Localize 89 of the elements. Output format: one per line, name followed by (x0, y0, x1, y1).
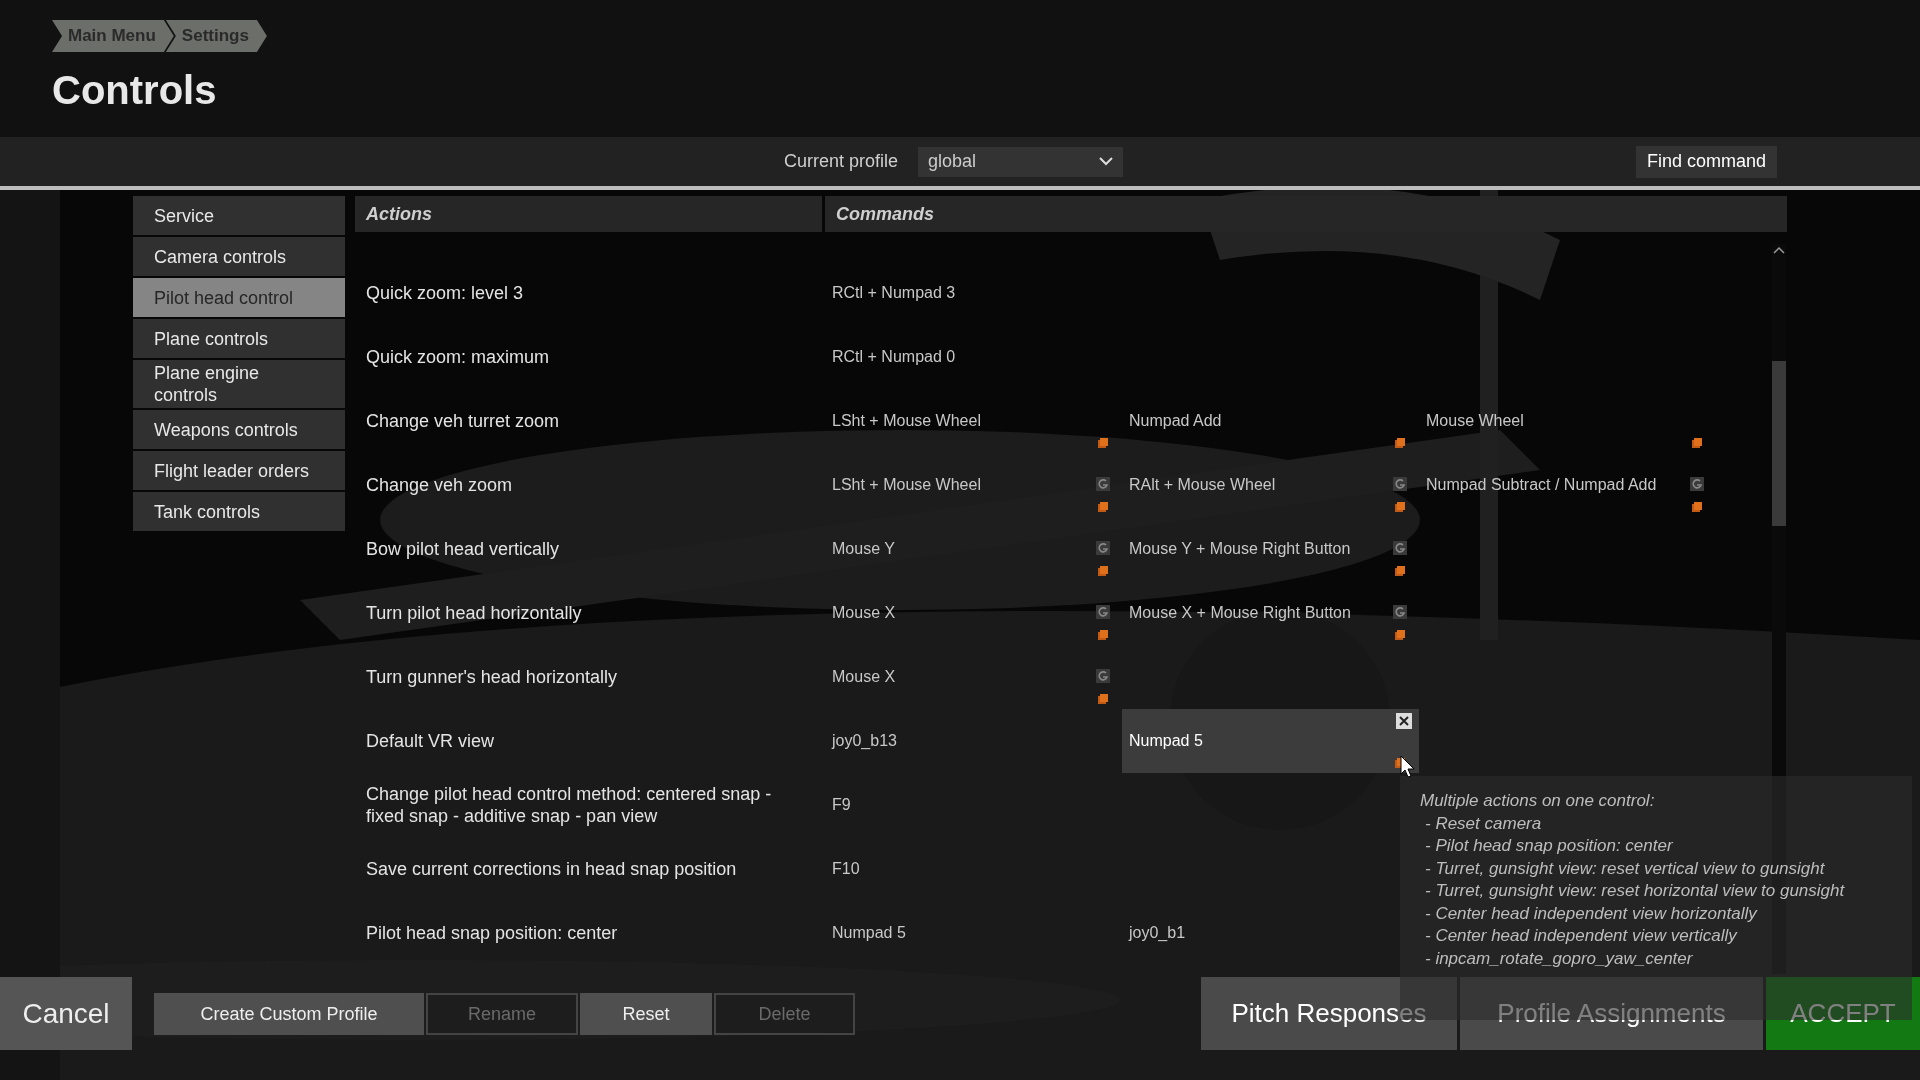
scroll-up-icon[interactable] (1773, 246, 1785, 254)
command-cell[interactable]: joy0_b13 (825, 709, 1122, 773)
command-cell[interactable]: LSht + Mouse Wheel (825, 389, 1122, 453)
command-cell[interactable]: joy0_b1 (1122, 901, 1419, 965)
command-cell[interactable]: F10 (825, 837, 1122, 901)
action-label: Change veh zoom (365, 474, 514, 496)
command-text: Mouse X (831, 667, 897, 687)
profile-select[interactable]: global (918, 146, 1124, 177)
action-label: Quick zoom: maximum (365, 346, 551, 368)
command-cell[interactable]: Mouse X (825, 581, 1122, 645)
reset-icon[interactable] (1096, 477, 1110, 491)
action-label: Change pilot head control method: centered snap - fixed snap - additive snap - pan view (365, 783, 773, 827)
tooltip-line: - Turret, gunsight view: reset vertical view to gunsight (1424, 857, 1826, 880)
reset-icon[interactable] (1690, 477, 1704, 491)
command-cell[interactable]: Mouse Wheel (1419, 389, 1716, 453)
command-text: Mouse Y (831, 539, 896, 559)
command-text: Numpad 5 (1128, 731, 1204, 751)
command-cell[interactable]: Mouse Y + Mouse Right Button (1122, 517, 1419, 581)
command-text: Mouse X + Mouse Right Button (1128, 603, 1352, 623)
profile-button[interactable]: Create Custom Profile (154, 993, 424, 1035)
command-text: LSht + Mouse Wheel (831, 475, 982, 495)
category-item[interactable]: Plane controls (133, 319, 345, 358)
tooltip-line: - Center head independent view horizontally (1424, 902, 1759, 925)
command-cell[interactable]: Numpad 5 (825, 901, 1122, 965)
category-item[interactable]: Pilot head control (133, 278, 345, 317)
cancel-button[interactable]: Cancel (0, 977, 132, 1050)
scroll-thumb[interactable] (1772, 361, 1786, 526)
close-button[interactable] (1396, 713, 1412, 729)
command-cell[interactable]: F9 (825, 773, 1122, 837)
profile-button[interactable]: Reset (580, 993, 712, 1035)
command-cell[interactable]: Numpad Subtract / Numpad Add (1419, 453, 1716, 517)
command-cell[interactable]: Mouse X + Mouse Right Button (1122, 581, 1419, 645)
category-item[interactable]: Plane engine controls (133, 360, 345, 408)
category-item[interactable]: Flight leader orders (133, 451, 345, 490)
command-text: F10 (831, 859, 861, 879)
action-label: Turn pilot head horizontally (365, 602, 583, 624)
reset-icon[interactable] (1393, 541, 1407, 555)
chevron-down-icon (1099, 157, 1114, 166)
tooltip-line: - Pilot head snap position: center (1424, 835, 1674, 857)
cursor-icon (1400, 755, 1416, 779)
reset-icon[interactable] (1096, 605, 1110, 619)
command-cell[interactable]: RCtl + Numpad 3 (825, 261, 1122, 325)
action-label: Bow pilot head vertically (365, 538, 561, 560)
reset-icon[interactable] (1096, 541, 1110, 555)
command-text: Mouse Wheel (1425, 411, 1525, 431)
command-text: Mouse Y + Mouse Right Button (1128, 539, 1352, 559)
command-text: Mouse X (831, 603, 897, 623)
command-cell[interactable]: Mouse Y (825, 517, 1122, 581)
reset-icon[interactable] (1393, 477, 1407, 491)
tooltip-title: Multiple actions on one control: (1420, 790, 1656, 812)
column-header: Commands (825, 196, 1787, 232)
command-text: RAlt + Mouse Wheel (1128, 475, 1277, 495)
category-item[interactable]: Service (133, 196, 345, 235)
action-label: Pilot head snap position: center (365, 922, 619, 944)
command-text: joy0_b13 (830, 731, 898, 751)
action-label: Save current corrections in head snap position (365, 858, 738, 880)
command-text: RCtl + Numpad 3 (831, 283, 957, 303)
command-cell[interactable]: RCtl + Numpad 0 (825, 325, 1122, 389)
tooltip-line: - inpcam_rotate_gopro_yaw_center (1424, 947, 1694, 970)
command-text: joy0_b1 (1127, 923, 1187, 943)
command-text: RCtl + Numpad 0 (831, 347, 957, 367)
command-cell[interactable]: LSht + Mouse Wheel (825, 453, 1122, 517)
command-text: Numpad Add (1128, 411, 1223, 431)
selected-command-cell[interactable]: Numpad 5 (1122, 709, 1419, 773)
tooltip-line: - Reset camera (1424, 812, 1543, 835)
page-title: Controls (52, 67, 218, 114)
command-cell[interactable]: Mouse X (825, 645, 1122, 709)
tooltip-line: - Turret, gunsight view: reset horizontal view to gunsight (1424, 880, 1846, 902)
category-item[interactable]: Weapons controls (133, 410, 345, 449)
column-header: Actions (355, 196, 822, 232)
command-cell[interactable]: Numpad Add (1122, 389, 1419, 453)
find-command-button[interactable]: Find command (1636, 145, 1778, 178)
action-label: Default VR view (365, 730, 496, 752)
command-text: Numpad Subtract / Numpad Add (1425, 475, 1658, 495)
command-text: Numpad 5 (831, 923, 907, 943)
close-icon (1399, 716, 1409, 726)
category-item[interactable]: Camera controls (133, 237, 345, 276)
action-label: Quick zoom: level 3 (365, 282, 525, 304)
action-label: Change veh turret zoom (365, 410, 561, 432)
profile-label: Current profile (784, 150, 899, 173)
command-cell[interactable]: RAlt + Mouse Wheel (1122, 453, 1419, 517)
command-text: F9 (831, 795, 852, 815)
reset-icon[interactable] (1393, 605, 1407, 619)
menu-button[interactable]: Pitch Responses (1201, 977, 1457, 1050)
command-text: LSht + Mouse Wheel (831, 411, 982, 431)
tooltip-line: - Center head independent view vertically (1424, 925, 1739, 947)
category-item[interactable]: Tank controls (133, 492, 345, 531)
reset-icon[interactable] (1096, 669, 1110, 683)
action-label: Turn gunner's head horizontally (365, 666, 618, 688)
